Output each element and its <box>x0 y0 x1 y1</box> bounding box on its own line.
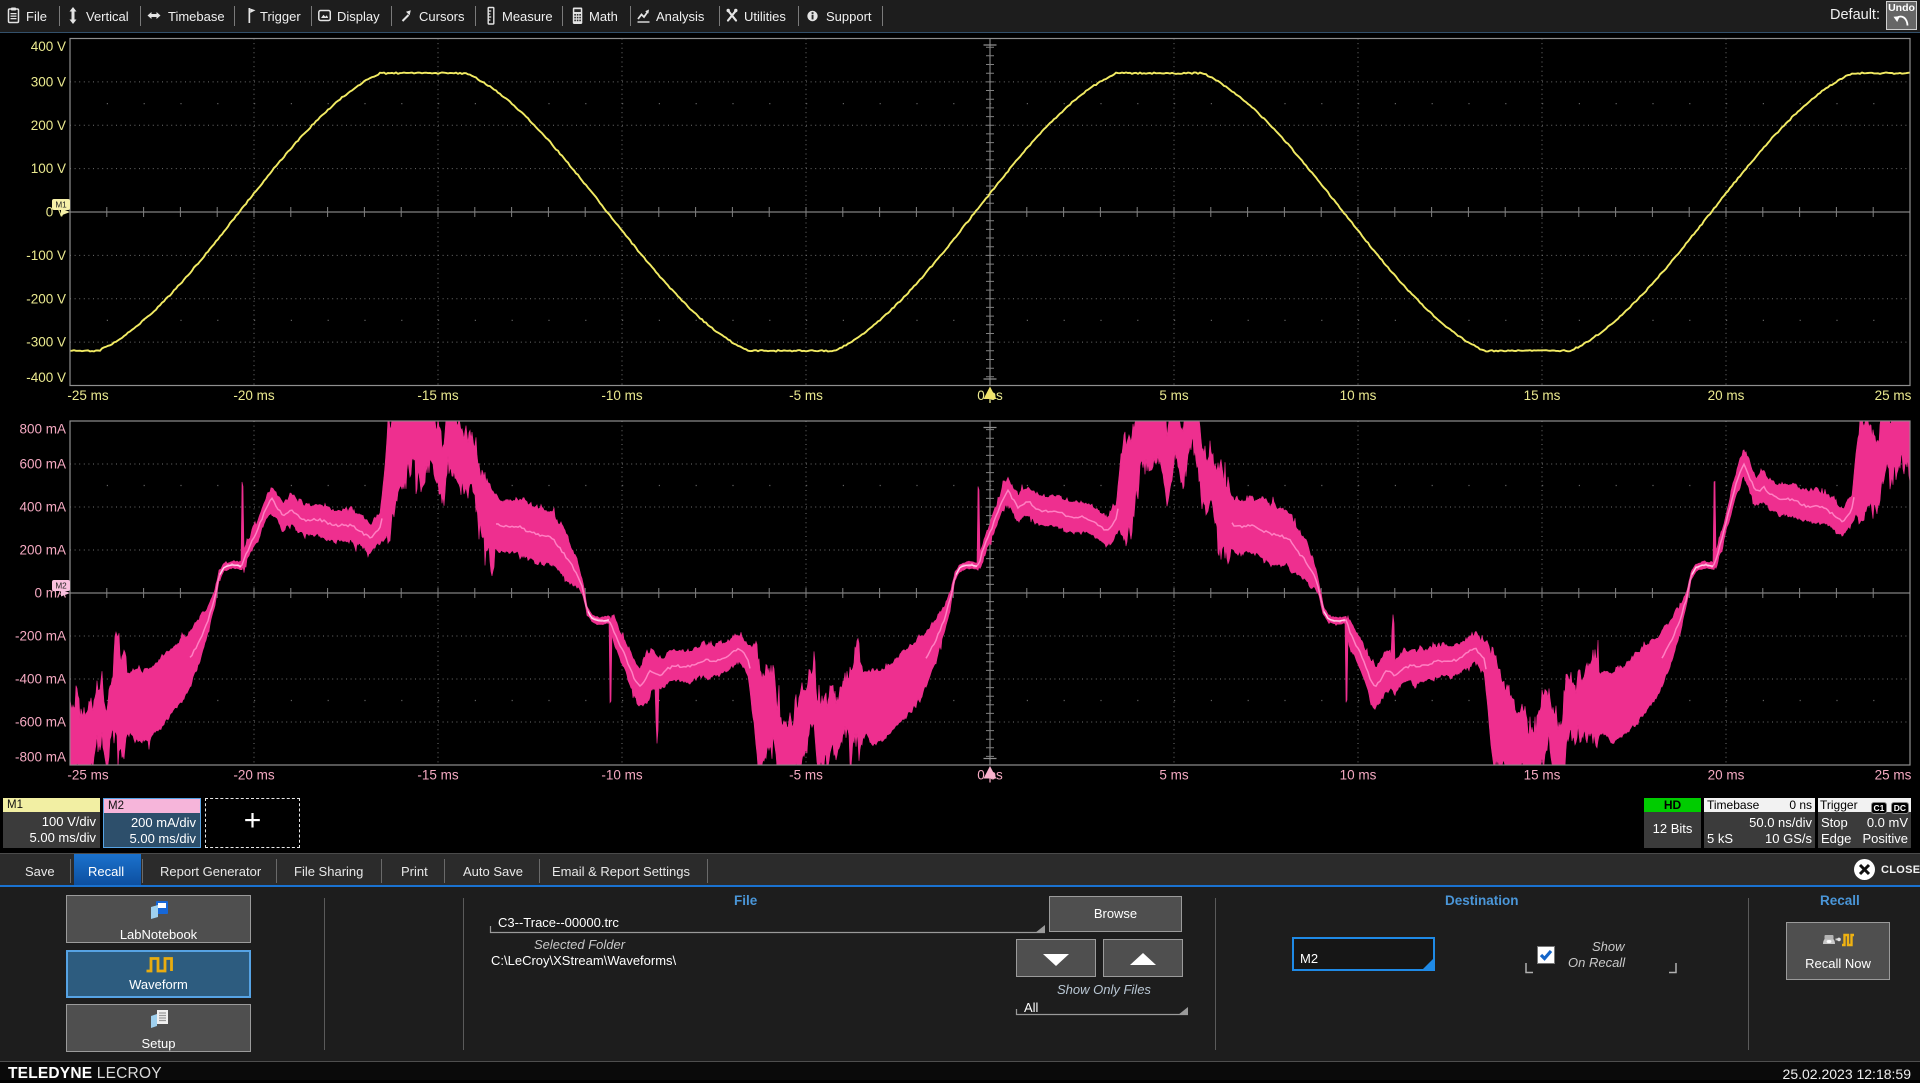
svg-text:-5 ms: -5 ms <box>789 768 823 783</box>
svg-text:300 V: 300 V <box>31 74 66 89</box>
svg-text:-100 V: -100 V <box>26 248 66 263</box>
svg-text:800 mA: 800 mA <box>19 422 66 437</box>
svg-text:15 ms: 15 ms <box>1524 388 1561 403</box>
svg-text:M1: M1 <box>55 200 67 209</box>
svg-text:15 ms: 15 ms <box>1524 768 1561 783</box>
svg-text:M2: M2 <box>55 581 67 590</box>
svg-text:5 ms: 5 ms <box>1159 768 1189 783</box>
svg-text:10 ms: 10 ms <box>1340 768 1377 783</box>
svg-text:-600 mA: -600 mA <box>15 715 66 730</box>
svg-text:600 mA: 600 mA <box>19 457 66 472</box>
svg-text:20 ms: 20 ms <box>1708 388 1745 403</box>
svg-text:10 ms: 10 ms <box>1340 388 1377 403</box>
svg-text:-15 ms: -15 ms <box>417 388 459 403</box>
svg-text:-10 ms: -10 ms <box>601 388 643 403</box>
svg-text:25 ms: 25 ms <box>1875 768 1912 783</box>
svg-text:-200 V: -200 V <box>26 291 66 306</box>
svg-text:400 mA: 400 mA <box>19 500 66 515</box>
svg-text:-20 ms: -20 ms <box>233 768 275 783</box>
svg-text:-400 mA: -400 mA <box>15 672 66 687</box>
svg-text:-400 V: -400 V <box>26 370 66 385</box>
svg-text:-10 ms: -10 ms <box>601 768 643 783</box>
svg-text:200 mA: 200 mA <box>19 543 66 558</box>
svg-text:5 ms: 5 ms <box>1159 388 1189 403</box>
svg-text:-15 ms: -15 ms <box>417 768 459 783</box>
svg-text:100 V: 100 V <box>31 161 66 176</box>
svg-text:-200 mA: -200 mA <box>15 629 66 644</box>
svg-text:20 ms: 20 ms <box>1708 768 1745 783</box>
svg-text:200 V: 200 V <box>31 118 66 133</box>
svg-text:25 ms: 25 ms <box>1875 388 1912 403</box>
svg-text:-25 ms: -25 ms <box>67 768 109 783</box>
svg-text:-300 V: -300 V <box>26 335 66 350</box>
svg-text:-5 ms: -5 ms <box>789 388 823 403</box>
svg-text:-800 mA: -800 mA <box>15 750 66 765</box>
svg-text:-25 ms: -25 ms <box>67 388 109 403</box>
svg-text:-20 ms: -20 ms <box>233 388 275 403</box>
svg-text:400 V: 400 V <box>31 39 66 54</box>
